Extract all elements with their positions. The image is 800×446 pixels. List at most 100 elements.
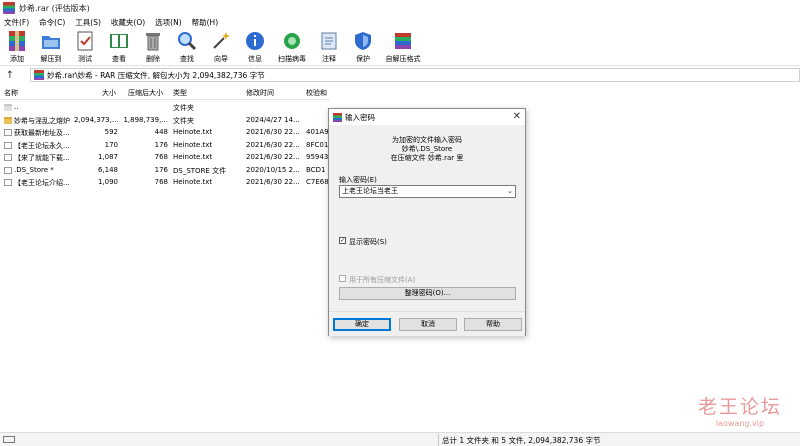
password-input[interactable]: 上老王论坛当老王 ⌄ <box>339 185 516 198</box>
file-packed-cell: 176 <box>154 165 168 174</box>
file-modified-cell: 2024/4/27 14... <box>246 115 300 124</box>
archive-icon <box>34 70 44 80</box>
drive-icon <box>3 436 15 443</box>
comment-button[interactable]: 注释 <box>312 28 346 66</box>
trash-icon <box>142 30 164 52</box>
file-type-cell: 文件夹 <box>173 116 194 125</box>
menu-favorites[interactable]: 收藏夹(O) <box>111 17 145 28</box>
wizard-label: 向导 <box>214 55 228 63</box>
password-value: 上老王论坛当老王 <box>342 187 398 195</box>
password-dialog: 输入密码 ✕ 为加密的文件输入密码 妙希\.DS_Store 在压缩文件 妙希.… <box>328 108 526 336</box>
column-packed[interactable]: 压缩后大小 <box>128 88 163 98</box>
file-packed-cell: 768 <box>154 153 168 161</box>
find-button[interactable]: 查找 <box>170 28 204 66</box>
archive-path: 妙希.rar\妙希 - RAR 压缩文件, 解包大小为 2,094,382,73… <box>47 70 265 80</box>
test-icon <box>74 30 96 52</box>
info-label: 信息 <box>248 55 262 63</box>
help-button[interactable]: 帮助 <box>464 318 522 331</box>
menu-commands[interactable]: 命令(C) <box>39 17 65 28</box>
menu-file[interactable]: 文件(F) <box>4 17 29 28</box>
wizard-button[interactable]: 向导 <box>204 28 238 66</box>
file-row[interactable]: 【老王论坛介绍... 1,090 768 Heinote.txt 2021/6/30 2… <box>0 177 330 189</box>
file-row[interactable]: .DS_Store * 6,148 176 DS_STORE 文件 2020/10/15… <box>0 165 330 177</box>
column-crc[interactable]: 校验和 <box>306 88 327 98</box>
file-modified-cell: 2021/6/30 22... <box>246 178 300 186</box>
file-icon <box>4 166 12 174</box>
delete-label: 删除 <box>146 55 160 63</box>
chevron-down-icon[interactable]: ⌄ <box>507 186 513 197</box>
dialog-message-3: 在压缩文件 妙希.rar 里 <box>390 154 464 162</box>
toolbar: 添加 解压到 测试 查看 删除 查找 向导 信息 扫描病毒 注释 保护 自解压格… <box>0 28 800 66</box>
file-name-cell: 获取最新地址及... <box>14 129 70 137</box>
file-icon <box>4 179 12 186</box>
file-crc-cell: BCD1 <box>306 165 326 174</box>
test-button[interactable]: 测试 <box>68 28 102 66</box>
file-size-cell: 1,090 <box>97 178 118 186</box>
sfx-label: 自解压格式 <box>385 55 421 63</box>
delete-button[interactable]: 删除 <box>136 28 170 66</box>
list-header: 名称 大小 压缩后大小 类型 修改时间 校验和 <box>0 86 330 100</box>
column-size[interactable]: 大小 <box>102 88 116 98</box>
use-all-archives-checkbox[interactable] <box>339 275 346 282</box>
status-bar: 总计 1 文件夹 和 5 文件, 2,094,382,736 字节 <box>0 432 800 446</box>
column-modified[interactable]: 修改时间 <box>246 88 274 98</box>
file-packed-cell: 1,898,739,... <box>123 115 168 124</box>
file-packed-cell: 448 <box>154 128 168 136</box>
show-password-checkbox[interactable]: ✓ <box>339 237 346 244</box>
file-row[interactable]: .. 文件夹 <box>0 102 330 114</box>
file-list: 名称 大小 压缩后大小 类型 修改时间 校验和 .. 文件夹 妙希与淫乱之熔炉 2,0… <box>0 86 330 432</box>
add-button[interactable]: 添加 <box>0 28 34 66</box>
status-separator <box>438 434 439 446</box>
virus-scan-icon <box>281 30 303 52</box>
organize-passwords-button[interactable]: 整理密码(O)... <box>339 287 516 300</box>
file-size-cell: 2,094,373,... <box>74 115 118 124</box>
file-type-cell: DS_STORE 文件 <box>173 166 227 175</box>
file-crc-cell: 8FC01 <box>306 140 329 149</box>
ok-button[interactable]: 确定 <box>333 318 391 331</box>
file-row[interactable]: 获取最新地址及... 592 448 Heinote.txt 2021/6/30 22.… <box>0 127 330 139</box>
menu-options[interactable]: 选项(N) <box>155 17 181 28</box>
close-icon[interactable]: ✕ <box>513 111 521 122</box>
add-archive-icon <box>6 30 28 52</box>
dialog-title: 输入密码 <box>345 112 375 122</box>
protect-button[interactable]: 保护 <box>346 28 380 66</box>
file-type-cell: Heinote.txt <box>173 128 213 136</box>
menu-help[interactable]: 帮助(H) <box>192 17 219 28</box>
info-button[interactable]: 信息 <box>238 28 272 66</box>
extract-to-label: 解压到 <box>40 55 62 63</box>
file-modified-cell: 2021/6/30 22... <box>246 128 300 136</box>
file-icon <box>4 129 12 136</box>
use-all-archives-label: 用于所有压缩文件(A) <box>349 276 416 284</box>
watermark: 老王论坛 laowang.vip <box>690 392 790 428</box>
folder-icon <box>4 104 12 111</box>
file-name-cell: 【老王论坛介绍... <box>14 179 70 187</box>
path-field[interactable]: 妙希.rar\妙希 - RAR 压缩文件, 解包大小为 2,094,382,73… <box>30 68 800 82</box>
winrar-app-icon <box>3 2 15 14</box>
test-label: 测试 <box>78 55 92 63</box>
column-name[interactable]: 名称 <box>4 88 18 98</box>
file-crc-cell: C7E68 <box>306 178 329 186</box>
password-label: 输入密码(E) <box>339 176 377 184</box>
sfx-button[interactable]: 自解压格式 <box>380 28 426 66</box>
winrar-dialog-icon <box>333 112 342 122</box>
file-crc-cell: 401A9 <box>306 128 329 136</box>
file-row[interactable]: 【来了就能下载... 1,087 768 Heinote.txt 2021/6/30 2… <box>0 152 330 164</box>
scan-virus-button[interactable]: 扫描病毒 <box>272 28 312 66</box>
up-arrow-icon[interactable]: ↑ <box>0 70 20 81</box>
menu-tools[interactable]: 工具(S) <box>75 17 101 28</box>
file-row[interactable]: 妙希与淫乱之熔炉 2,094,373,... 1,898,739,... 文件夹 202… <box>0 115 330 127</box>
dialog-title-bar: 输入密码 ✕ <box>329 109 525 125</box>
file-name-cell: 【来了就能下载... <box>14 154 70 162</box>
column-type[interactable]: 类型 <box>173 88 187 98</box>
file-type-cell: 文件夹 <box>173 104 194 112</box>
view-button[interactable]: 查看 <box>102 28 136 66</box>
file-packed-cell: 176 <box>154 140 168 149</box>
extract-to-button[interactable]: 解压到 <box>34 28 68 66</box>
add-label: 添加 <box>10 55 24 63</box>
cancel-button[interactable]: 取消 <box>399 318 457 331</box>
file-row[interactable]: 【老王论坛永久... 170 176 Heinote.txt 2021/6/30 22.… <box>0 140 330 152</box>
magnifier-icon <box>176 30 198 52</box>
file-packed-cell: 768 <box>154 178 168 186</box>
watermark-main: 老王论坛 <box>697 396 782 418</box>
menu-bar: 文件(F) 命令(C) 工具(S) 收藏夹(O) 选项(N) 帮助(H) <box>0 16 800 28</box>
